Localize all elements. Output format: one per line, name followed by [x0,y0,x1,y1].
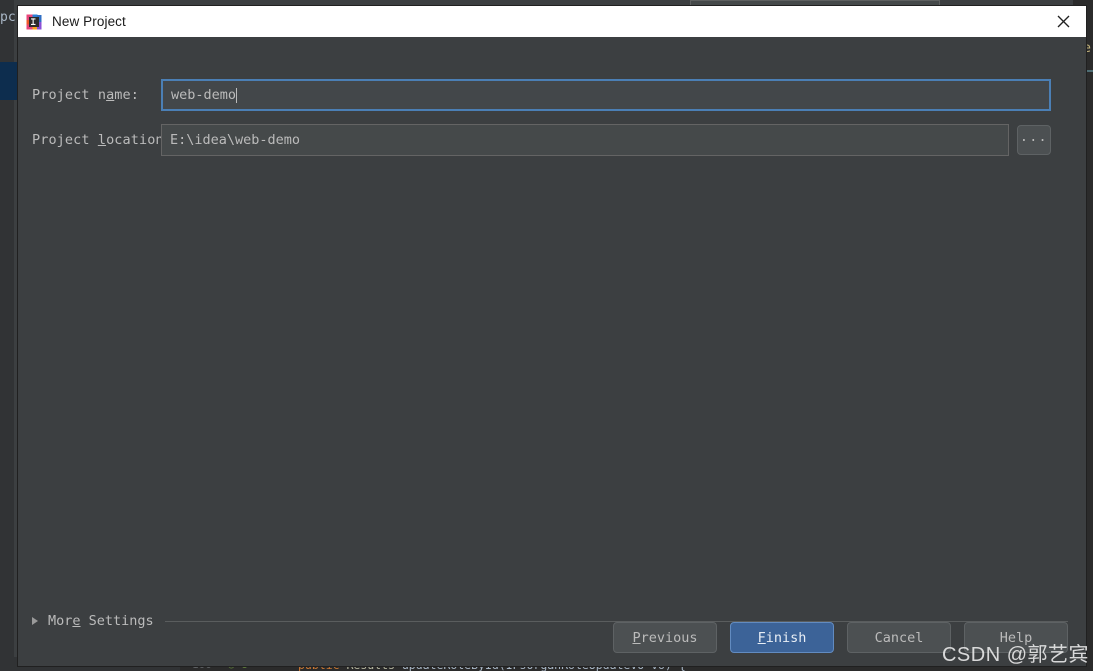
ide-selection-block [0,62,20,100]
previous-label-mnemonic: P [632,629,641,646]
more-settings-label-pre: Mor [48,613,73,629]
more-settings-label-post: Settings [80,613,154,629]
close-icon[interactable] [1041,6,1086,37]
finish-label-mnemonic: F [757,629,766,646]
finish-button[interactable]: Finish [730,622,834,653]
project-location-label: Project location: [18,132,172,148]
cancel-label: Cancel [874,629,924,646]
project-name-label-post: me: [114,87,139,103]
help-label: Help [999,629,1033,646]
project-name-value: web-demo [171,87,237,103]
previous-button[interactable]: Previous [613,622,717,653]
triangle-right-icon [32,617,38,625]
new-project-dialog: New Project Project name: web-demo Proje… [18,6,1086,666]
more-settings-label: More Settings [48,613,154,629]
intellij-idea-icon [26,13,42,30]
project-name-row: Project name: web-demo [18,79,1086,111]
project-location-label-pre: Project [32,132,98,148]
project-location-input[interactable]: E:\idea\web-demo [161,124,1009,156]
text-caret [236,87,238,103]
project-name-input[interactable]: web-demo [161,79,1051,111]
ide-left-gutter [0,0,14,671]
project-location-value: E:\idea\web-demo [170,132,301,148]
finish-label-post: inish [765,629,807,646]
dialog-title: New Project [52,14,126,29]
help-button[interactable]: Help [964,622,1068,653]
ide-background-left-text: pc [0,10,16,25]
more-settings-label-mnemonic: e [72,613,81,629]
cancel-button[interactable]: Cancel [847,622,951,653]
dialog-body: Project name: web-demo Project location:… [18,37,1086,666]
dialog-footer: Previous Finish Cancel Help [613,622,1068,653]
project-location-label-mnemonic: l [97,132,107,148]
browse-folder-button[interactable]: ... [1017,125,1051,155]
previous-label-post: revious [640,629,698,646]
project-name-label: Project name: [18,87,161,103]
project-location-row: Project location: E:\idea\web-demo ... [18,124,1086,156]
project-name-label-pre: Project n [32,87,107,103]
dialog-titlebar: New Project [18,6,1086,37]
